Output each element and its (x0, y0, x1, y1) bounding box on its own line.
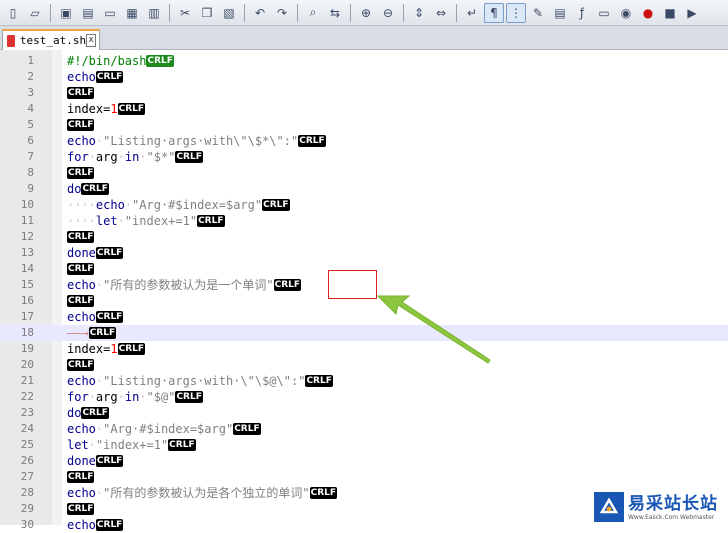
sync-v-icon[interactable]: ⇕ (409, 3, 429, 23)
toolbar-separator (403, 3, 404, 22)
toolbar-separator (297, 3, 298, 22)
new-file-icon[interactable]: ▯ (3, 3, 23, 23)
show-all-chars-icon[interactable]: ¶ (484, 2, 504, 23)
toolbar-separator (50, 3, 51, 22)
watermark-logo-icon (594, 492, 624, 522)
open-file-icon[interactable]: ▱ (25, 3, 45, 23)
paste-icon[interactable]: ▧ (219, 3, 239, 23)
find-icon[interactable]: ⌕ (303, 3, 323, 23)
stop-macro-icon[interactable]: ■ (660, 3, 680, 23)
record-macro-icon[interactable]: ● (638, 3, 658, 23)
folder-workspace-icon[interactable]: ▭ (594, 3, 614, 23)
play-macro-icon[interactable]: ▶ (682, 3, 702, 23)
toolbar: ▯ ▱ ▣ ▤ ▭ ▦ ▥ ✂ ❐ ▧ ↶ ↷ ⌕ ⇆ ⊕ ⊖ ⇕ ⇔ ↵ ¶ ⋮ ✎ ▤ ƒ ▭ ◉ ● ■ ▶ (0, 0, 728, 26)
indent-guide-icon[interactable]: ⋮ (506, 2, 526, 23)
tab-test-at-sh[interactable]: test_at.sh x (2, 29, 100, 50)
cut-icon[interactable]: ✂ (175, 3, 195, 23)
tab-bar: test_at.sh x (0, 26, 728, 50)
redo-icon[interactable]: ↷ (272, 3, 292, 23)
toolbar-separator (456, 3, 457, 22)
function-list-icon[interactable]: ƒ (572, 3, 592, 23)
code-editor[interactable]: 1 #!/bin/bashCRLF 2 echoCRLF 3 CRLF 4 index=1CR… (0, 50, 728, 532)
sync-h-icon[interactable]: ⇔ (431, 3, 451, 23)
file-icon (7, 34, 15, 47)
save-all-icon[interactable]: ▤ (78, 3, 98, 23)
zoom-out-icon[interactable]: ⊖ (378, 3, 398, 23)
close-all-icon[interactable]: ▦ (122, 3, 142, 23)
toolbar-separator (350, 3, 351, 22)
annotation-arrow (376, 295, 491, 364)
undo-icon[interactable]: ↶ (250, 3, 270, 23)
watermark-title: 易采站长站 (628, 493, 718, 514)
monitor-icon[interactable]: ◉ (616, 3, 636, 23)
close-icon[interactable]: ▭ (100, 3, 120, 23)
copy-icon[interactable]: ❐ (197, 3, 217, 23)
tab-close-button[interactable]: x (86, 34, 96, 47)
toolbar-separator (244, 3, 245, 22)
print-icon[interactable]: ▥ (144, 3, 164, 23)
udl-icon[interactable]: ✎ (528, 3, 548, 23)
zoom-in-icon[interactable]: ⊕ (356, 3, 376, 23)
save-icon[interactable]: ▣ (56, 3, 76, 23)
toolbar-separator (169, 3, 170, 22)
watermark: 易采站长站 Www.Easck.Com Webmaster (590, 489, 728, 525)
replace-icon[interactable]: ⇆ (325, 3, 345, 23)
word-wrap-icon[interactable]: ↵ (462, 3, 482, 23)
doc-map-icon[interactable]: ▤ (550, 3, 570, 23)
tab-label: test_at.sh (19, 34, 87, 47)
watermark-subtitle: Www.Easck.Com Webmaster (628, 513, 715, 521)
